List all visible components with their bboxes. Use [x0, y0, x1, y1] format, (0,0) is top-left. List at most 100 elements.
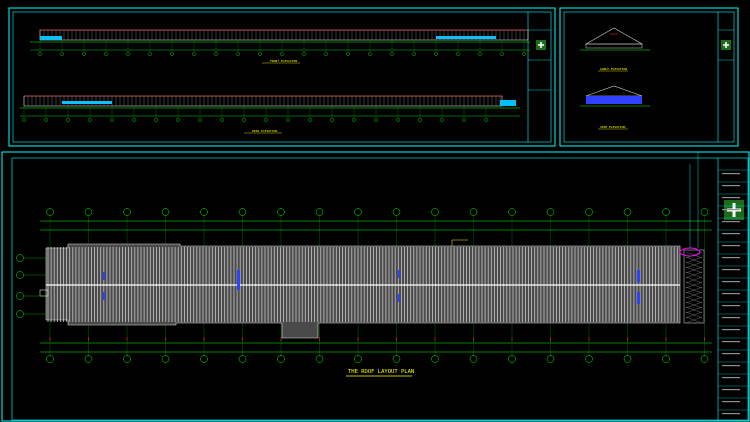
grid-bubble — [123, 208, 131, 216]
grid-bubble — [546, 208, 555, 216]
side-elevation-title: SIDE ELEVATION — [600, 125, 625, 129]
grid-bubble — [280, 52, 284, 56]
title-block-text — [722, 257, 740, 259]
grid-bubble — [456, 52, 460, 56]
left-grid-bubbles — [16, 254, 46, 318]
top-left-title-block — [528, 29, 551, 91]
grid-bubble — [508, 355, 516, 363]
grid-bubble — [236, 52, 240, 56]
hatch-line — [685, 276, 703, 284]
hatch-line — [685, 261, 703, 269]
title-block-text — [722, 209, 740, 211]
grid-bubble — [431, 208, 439, 216]
grid-bubble — [302, 52, 306, 56]
grid-bubble — [200, 208, 208, 216]
grid-bubble — [374, 118, 378, 122]
hatch-line — [685, 291, 703, 299]
roof-plan-title: THE ROOF LAYOUT PLAN — [348, 369, 414, 375]
grid-bubble — [16, 254, 24, 262]
title-block-text — [722, 305, 740, 307]
title-block-text — [722, 317, 740, 319]
grid-bubble — [238, 208, 247, 216]
grid-bubble — [662, 355, 670, 363]
top-left-sheet: FRONT ELEVATION REAR ELEVATION — [8, 7, 556, 147]
grid-bubble — [132, 118, 136, 122]
grid-bubble — [46, 355, 54, 363]
top-right-title-block — [718, 29, 734, 61]
grid-bubble — [585, 355, 593, 363]
grid-bubble — [238, 355, 247, 363]
grid-bubble — [522, 52, 526, 56]
grid-bubble — [431, 355, 439, 363]
grid-bubble — [82, 52, 86, 56]
grid-bubble — [623, 355, 632, 363]
title-block-text — [722, 269, 740, 271]
title-block-text — [722, 329, 740, 331]
grid-bubble — [700, 208, 709, 216]
hatch-line — [685, 281, 703, 289]
grid-bubble — [315, 355, 324, 363]
grid-bubble — [700, 355, 709, 363]
grid-bubble — [585, 208, 593, 216]
rear-elevation-title: REAR ELEVATION — [252, 129, 277, 133]
grid-bubble — [264, 118, 268, 122]
gable-elevation-title: GABLE ELEVATION — [600, 67, 627, 71]
top-right-sheet: GABLE ELEVATION SIDE ELEVATION — [559, 7, 739, 147]
grid-bubble — [662, 208, 670, 216]
grid-bubble — [308, 118, 312, 122]
grid-bubble — [242, 118, 246, 122]
grid-bubble — [324, 52, 328, 56]
front-elevation-title: FRONT ELEVATION — [270, 59, 297, 63]
hatch-line — [685, 301, 703, 309]
title-block-text — [722, 377, 740, 379]
hatch-line — [685, 311, 703, 319]
grid-bubble — [154, 118, 158, 122]
grid-bubble — [484, 118, 488, 122]
grid-bubble — [60, 52, 64, 56]
cad-canvas[interactable]: FRONT ELEVATION REAR ELEVATION GABLE ELE… — [0, 0, 750, 422]
rear-elevation-drawing: REAR ELEVATION — [20, 95, 520, 134]
grid-bubble — [623, 208, 632, 216]
grid-bubble — [104, 52, 108, 56]
gable-elevation-drawing: GABLE ELEVATION — [580, 27, 650, 72]
grid-bubble — [84, 355, 93, 363]
hatch-line — [685, 266, 703, 274]
title-block-text — [722, 353, 740, 355]
grid-bubble — [220, 118, 224, 122]
hatch-line — [685, 306, 703, 314]
grid-bubble — [44, 118, 48, 122]
grid-bubble — [123, 355, 131, 363]
grid-bubble — [84, 208, 93, 216]
hatch-line — [685, 316, 703, 324]
grid-bubble — [214, 52, 218, 56]
grid-bubble — [16, 292, 24, 300]
roof-plan-sheet: THE ROOF LAYOUT PLAN — [1, 151, 750, 422]
grid-bubble — [16, 271, 24, 279]
title-block-text — [722, 281, 740, 283]
hatch-line — [685, 256, 703, 264]
grid-bubble — [368, 52, 372, 56]
main-title-block — [718, 169, 748, 415]
grid-bubble — [161, 355, 170, 363]
grid-bubble — [390, 52, 394, 56]
grid-bubble — [392, 355, 401, 363]
grid-bubble — [354, 355, 362, 363]
grid-bubble — [392, 208, 401, 216]
title-block-text — [722, 365, 740, 367]
title-block-text — [722, 341, 740, 343]
grid-bubble — [462, 118, 466, 122]
grid-bubble — [66, 118, 70, 122]
title-block-text — [722, 389, 740, 391]
grid-bubble — [500, 52, 504, 56]
grid-bubble — [170, 52, 174, 56]
grid-bubble — [440, 118, 444, 122]
side-elevation-drawing: SIDE ELEVATION — [580, 85, 650, 130]
grid-bubble — [46, 208, 54, 216]
grid-bubble — [277, 208, 285, 216]
grid-bubble — [176, 118, 180, 122]
grid-bubble — [469, 355, 478, 363]
title-block-text — [722, 413, 740, 415]
title-block-text — [722, 401, 740, 403]
title-block-text — [722, 245, 740, 247]
grid-bubble — [508, 208, 516, 216]
